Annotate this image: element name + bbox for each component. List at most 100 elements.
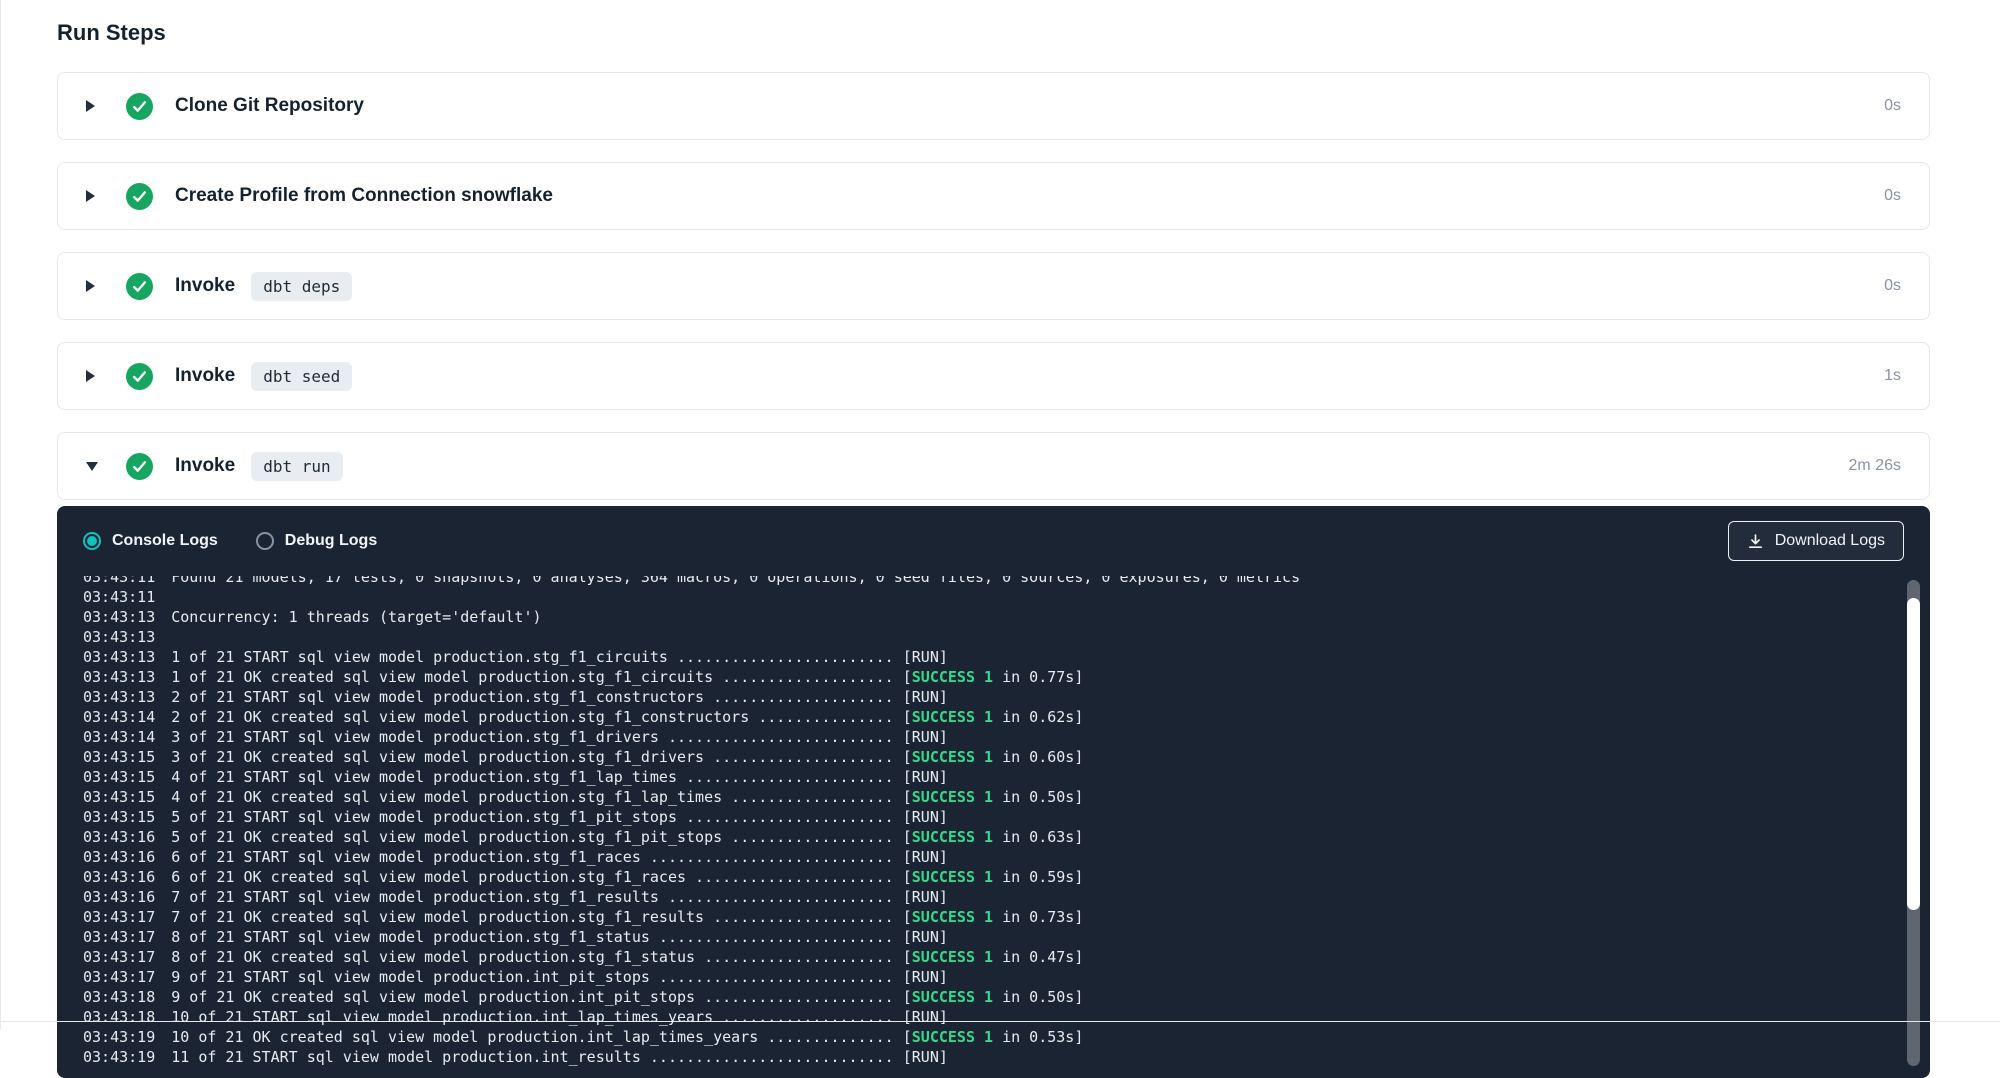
console-log-line: 03:43:13 1 of 21 START sql view model pr… [83, 647, 1890, 667]
log-message: 3 of 21 OK created sql view model produc… [171, 747, 1083, 767]
log-timestamp: 03:43:11 [83, 576, 155, 587]
log-timestamp: 03:43:17 [83, 947, 155, 967]
log-message: 7 of 21 OK created sql view model produc… [171, 907, 1083, 927]
console-log-content: 03:43:11 Found 21 models, 17 tests, 0 sn… [83, 576, 1890, 1067]
log-timestamp: 03:43:13 [83, 627, 155, 647]
step-duration: 1s [1884, 367, 1901, 385]
console-header: Console Logs Debug Logs Download Logs [57, 506, 1930, 576]
console-log-line: 03:43:18 10 of 21 START sql view model p… [83, 1007, 1890, 1027]
log-view-toggle: Console Logs Debug Logs [83, 532, 377, 550]
log-timestamp: 03:43:16 [83, 827, 155, 847]
expand-caret-icon[interactable] [86, 100, 102, 112]
log-message: 1 of 21 START sql view model production.… [171, 647, 948, 667]
log-message: Found 21 models, 17 tests, 0 snapshots, … [171, 576, 1300, 587]
download-icon [1747, 533, 1764, 550]
step-label: Invoke [175, 455, 235, 477]
run-step-row[interactable]: Create Profile from Connection snowflake… [57, 162, 1930, 230]
step-command-chip: dbt run [251, 452, 342, 481]
console-log-line: 03:43:15 4 of 21 OK created sql view mod… [83, 787, 1890, 807]
log-message: Concurrency: 1 threads (target='default'… [171, 607, 541, 627]
expand-caret-icon[interactable] [86, 370, 102, 382]
log-message: 9 of 21 START sql view model production.… [171, 967, 948, 987]
log-timestamp: 03:43:13 [83, 687, 155, 707]
success-check-icon [126, 363, 153, 390]
log-message: 4 of 21 START sql view model production.… [171, 767, 948, 787]
step-label: Create Profile from Connection snowflake [175, 185, 553, 207]
console-log-line: 03:43:13 Concurrency: 1 threads (target=… [83, 607, 1890, 627]
log-message: 5 of 21 START sql view model production.… [171, 807, 948, 827]
log-timestamp: 03:43:15 [83, 747, 155, 767]
log-message: 2 of 21 START sql view model production.… [171, 687, 948, 707]
console-log-line: 03:43:15 3 of 21 OK created sql view mod… [83, 747, 1890, 767]
step-label: Clone Git Repository [175, 95, 364, 117]
log-timestamp: 03:43:15 [83, 787, 155, 807]
run-steps-page: Run Steps Clone Git Repository 0s Create… [0, 0, 2000, 1029]
expand-caret-icon[interactable] [86, 462, 102, 471]
log-message: 7 of 21 START sql view model production.… [171, 887, 948, 907]
step-duration: 0s [1884, 277, 1901, 295]
console-log-line: 03:43:17 7 of 21 OK created sql view mod… [83, 907, 1890, 927]
log-timestamp: 03:43:16 [83, 847, 155, 867]
console-scrollbar-thumb[interactable] [1907, 598, 1920, 910]
log-timestamp: 03:43:14 [83, 727, 155, 747]
console-log-line: 03:43:16 5 of 21 OK created sql view mod… [83, 827, 1890, 847]
download-logs-button[interactable]: Download Logs [1728, 521, 1904, 561]
expand-caret-icon[interactable] [86, 280, 102, 292]
log-message: 8 of 21 START sql view model production.… [171, 927, 948, 947]
log-timestamp: 03:43:19 [83, 1047, 155, 1067]
log-message: 3 of 21 START sql view model production.… [171, 727, 948, 747]
log-message: 9 of 21 OK created sql view model produc… [171, 987, 1083, 1007]
log-timestamp: 03:43:17 [83, 927, 155, 947]
console-log-line: 03:43:14 2 of 21 OK created sql view mod… [83, 707, 1890, 727]
step-command-chip: dbt deps [251, 272, 352, 301]
console-log-line: 03:43:15 4 of 21 START sql view model pr… [83, 767, 1890, 787]
log-message: 1 of 21 OK created sql view model produc… [171, 667, 1083, 687]
console-log-line: 03:43:17 8 of 21 OK created sql view mod… [83, 947, 1890, 967]
log-timestamp: 03:43:17 [83, 967, 155, 987]
step-command-chip: dbt seed [251, 362, 352, 391]
radio-button-icon[interactable] [83, 532, 101, 550]
run-steps-list: Clone Git Repository 0s Create Profile f… [57, 72, 1930, 500]
run-step-row[interactable]: Invoke dbt deps 0s [57, 252, 1930, 320]
log-timestamp: 03:43:13 [83, 667, 155, 687]
console-log-line: 03:43:16 7 of 21 START sql view model pr… [83, 887, 1890, 907]
console-log-line: 03:43:11 Found 21 models, 17 tests, 0 sn… [83, 576, 1890, 587]
log-timestamp: 03:43:16 [83, 887, 155, 907]
bottom-divider [1, 1021, 2000, 1022]
log-message: 6 of 21 START sql view model production.… [171, 847, 948, 867]
run-step-row[interactable]: Clone Git Repository 0s [57, 72, 1930, 140]
log-message: 2 of 21 OK created sql view model produc… [171, 707, 1083, 727]
console-log-line: 03:43:16 6 of 21 START sql view model pr… [83, 847, 1890, 867]
expand-caret-icon[interactable] [86, 190, 102, 202]
log-message: 6 of 21 OK created sql view model produc… [171, 867, 1083, 887]
log-timestamp: 03:43:15 [83, 807, 155, 827]
success-check-icon [126, 93, 153, 120]
run-step-row[interactable]: Invoke dbt run 2m 26s [57, 432, 1930, 500]
console-log-viewport[interactable]: 03:43:11 Found 21 models, 17 tests, 0 sn… [57, 576, 1930, 1078]
console-log-line: 03:43:19 11 of 21 START sql view model p… [83, 1047, 1890, 1067]
debug-logs-radio[interactable]: Debug Logs [256, 532, 377, 550]
debug-logs-label: Debug Logs [285, 532, 377, 550]
console-log-line: 03:43:19 10 of 21 OK created sql view mo… [83, 1027, 1890, 1047]
log-timestamp: 03:43:14 [83, 707, 155, 727]
console-log-line: 03:43:18 9 of 21 OK created sql view mod… [83, 987, 1890, 1007]
step-duration: 0s [1884, 97, 1901, 115]
success-check-icon [126, 273, 153, 300]
radio-button-icon[interactable] [256, 532, 274, 550]
console-log-line: 03:43:17 9 of 21 START sql view model pr… [83, 967, 1890, 987]
log-timestamp: 03:43:13 [83, 607, 155, 627]
console-log-line: 03:43:16 6 of 21 OK created sql view mod… [83, 867, 1890, 887]
log-message: 5 of 21 OK created sql view model produc… [171, 827, 1083, 847]
download-logs-label: Download Logs [1775, 532, 1885, 550]
log-timestamp: 03:43:19 [83, 1027, 155, 1047]
console-logs-radio[interactable]: Console Logs [83, 532, 218, 550]
step-duration: 0s [1884, 187, 1901, 205]
success-check-icon [126, 453, 153, 480]
step-label: Invoke [175, 275, 235, 297]
run-step-row[interactable]: Invoke dbt seed 1s [57, 342, 1930, 410]
log-timestamp: 03:43:13 [83, 647, 155, 667]
log-timestamp: 03:43:18 [83, 1007, 155, 1027]
log-timestamp: 03:43:15 [83, 767, 155, 787]
page-title: Run Steps [57, 20, 1930, 46]
console-scrollbar[interactable] [1907, 580, 1920, 1066]
